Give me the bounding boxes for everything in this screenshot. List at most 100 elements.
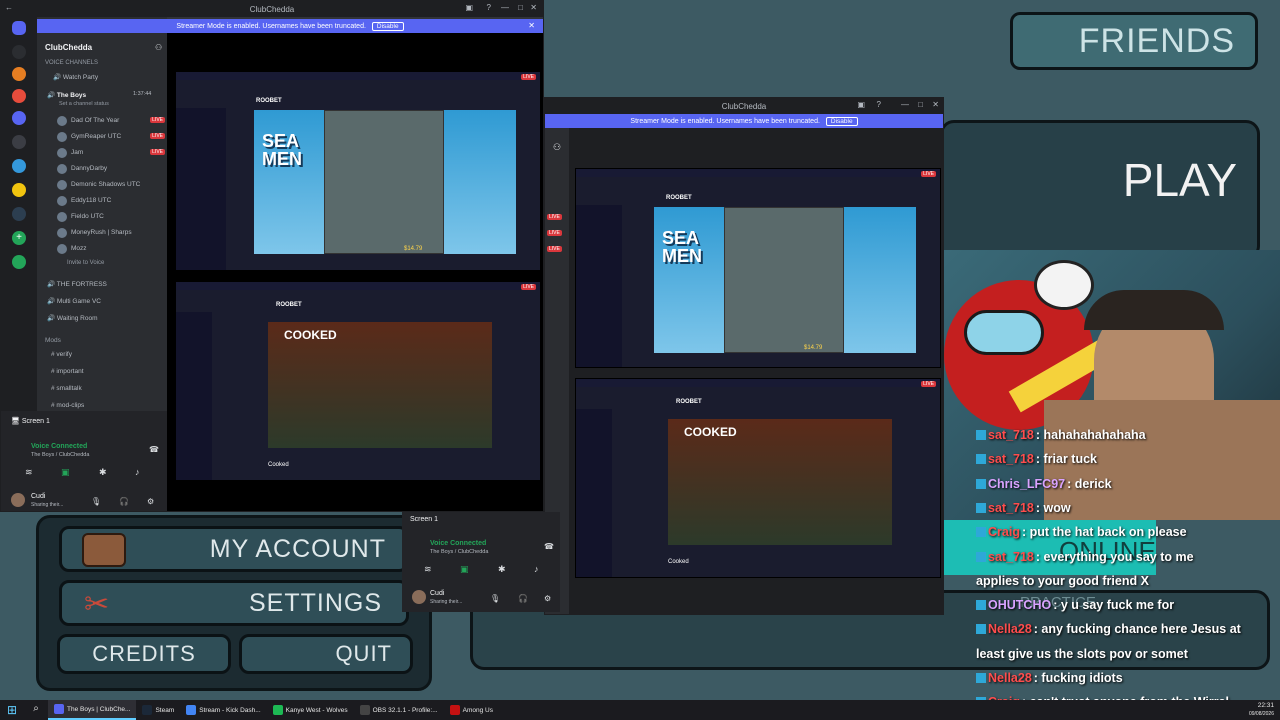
voice-connected-status[interactable]: Voice Connected [430,540,486,547]
taskbar-app[interactable]: OBS 32.1.1 - Profile:... [354,700,444,720]
voice-member[interactable]: Jam LIVE [57,147,165,161]
screen-share-icon[interactable]: ▣ [61,467,70,478]
disable-streamer-mode-button[interactable]: Disable [371,21,404,31]
soundboard-icon[interactable]: ♪ [135,467,140,477]
activities-icon[interactable]: ✱ [498,564,506,575]
voice-connected-status[interactable]: Voice Connected [31,443,87,450]
close-banner-icon[interactable]: ✕ [528,21,535,30]
close-icon[interactable]: ✕ [530,3,537,12]
voice-member[interactable]: GymReaper UTC LIVE [57,131,165,145]
settings-button[interactable]: ✂ SETTINGS [59,580,409,626]
voice-member[interactable]: Dad Of The Year LIVE [57,115,165,129]
channel-watch-party[interactable]: 🔊 Watch Party [53,73,98,81]
server-icon[interactable] [12,159,26,173]
channel-verify[interactable]: # verify [51,351,72,358]
user-avatar[interactable] [11,493,25,507]
screen-share-icon[interactable]: ▣ [460,564,469,575]
voice-channel-name[interactable]: The Boys / ClubChedda [31,452,89,458]
channel-smalltalk[interactable]: # smalltalk [51,385,82,392]
discord-home-icon[interactable] [12,21,26,35]
channel-mod-clips[interactable]: # mod-clips [51,402,84,409]
my-account-button[interactable]: MY ACCOUNT [59,526,409,572]
stream-tile-2[interactable]: ROOBET LIVE COOKED Cooked [175,281,541,481]
headset-icon[interactable]: 🎧 [119,497,129,506]
settings-gear-icon[interactable]: ⚙ [147,497,154,506]
taskbar-app[interactable]: The Boys | ClubChe... [48,700,137,720]
disable-streamer-mode-button[interactable]: Disable [825,116,858,126]
taskbar-app[interactable]: Stream - Kick Dash... [180,700,266,720]
help-icon[interactable]: ? [487,3,491,12]
system-clock[interactable]: 22:31 09/08/2026 [1249,702,1280,718]
chat-message: OHUTCHO: y u say fuck me for [976,598,1174,612]
slot-game-cooked[interactable]: COOKED [268,322,492,448]
user-avatar[interactable] [412,590,426,604]
taskbar-app[interactable]: Among Us [444,700,499,720]
credits-button[interactable]: CREDITS [57,634,231,674]
voice-member[interactable]: Eddy118 UTC [57,195,165,209]
mic-icon[interactable]: 🎙 [490,594,500,603]
stream-tile-2[interactable]: ROOBET LIVE COOKED Cooked [575,378,941,578]
explore-icon[interactable] [12,255,26,269]
add-server-icon[interactable]: + [12,231,26,245]
mic-icon[interactable]: 🎙 [91,497,101,506]
slot-game-sea-men[interactable]: SEA MEN $14.79 [654,207,916,353]
voice-member[interactable]: Demonic Shadows UTC [57,179,165,193]
quit-button[interactable]: QUIT [239,634,413,674]
server-icon[interactable] [12,111,26,125]
category-mods[interactable]: Mods [45,337,61,344]
close-icon[interactable]: ✕ [932,100,939,109]
channel-status[interactable]: Set a channel status [59,101,109,107]
invite-to-voice[interactable]: Invite to Voice [67,260,104,266]
activities-icon[interactable]: ✱ [99,467,107,478]
stream-tile-1[interactable]: ROOBET LIVE SEA MEN $14.79 [575,168,941,368]
back-arrow-icon[interactable]: ← [5,3,13,12]
play-panel[interactable]: PLAY [940,120,1260,260]
voice-channel-name[interactable]: The Boys / ClubChedda [430,549,488,555]
server-icon[interactable] [12,89,26,103]
headset-icon[interactable]: 🎧 [518,594,528,603]
maximize-icon[interactable]: □ [518,3,523,12]
friends-button[interactable]: FRIENDS [1010,12,1258,70]
voice-member[interactable]: Mozz [57,243,165,257]
screen-label[interactable]: Screen 1 [410,516,438,523]
server-icon[interactable] [12,207,26,221]
channel-waiting-room[interactable]: 🔊 Waiting Room [47,314,97,322]
noise-suppression-icon[interactable]: ≋ [424,564,432,575]
slot-game-cooked[interactable]: COOKED [668,419,892,545]
taskbar-app[interactable]: Kanye West - Wolves [267,700,354,720]
taskbar-app[interactable]: Steam [136,700,180,720]
minimize-icon[interactable]: — [501,3,509,12]
server-icon[interactable] [12,135,26,149]
discord-icon[interactable]: ⚇ [553,142,561,153]
server-icon[interactable] [12,183,26,197]
start-icon[interactable]: ⊞ [5,703,19,717]
noise-suppression-icon[interactable]: ≋ [25,467,33,478]
minimize-icon[interactable]: — [901,100,909,109]
channel-multi-game[interactable]: 🔊 Multi Game VC [47,297,101,305]
voice-member[interactable]: Fieldo UTC [57,211,165,225]
channel-important[interactable]: # important [51,368,84,375]
add-member-icon[interactable]: ⚇ [155,43,162,52]
disconnect-icon[interactable]: ☎ [149,445,159,454]
server-icon[interactable] [12,67,26,81]
server-icon[interactable] [12,45,26,59]
voice-channels-header[interactable]: VOICE CHANNELS [45,60,98,66]
inbox-icon[interactable]: ▣ [465,3,473,12]
inbox-icon[interactable]: ▣ [857,100,865,109]
search-icon[interactable]: ⌕ [29,703,43,717]
settings-gear-icon[interactable]: ⚙ [544,594,551,603]
channel-the-fortress[interactable]: 🔊 THE FORTRESS [47,280,107,288]
stream-tile-1[interactable]: ROOBET LIVE SEA MEN $14.79 [175,71,541,271]
help-icon[interactable]: ? [877,100,881,109]
soundboard-icon[interactable]: ♪ [534,564,539,574]
server-name[interactable]: ClubChedda [45,43,92,52]
disconnect-icon[interactable]: ☎ [544,542,554,551]
screen-share-label[interactable]: 🖥 Screen 1 [11,417,50,425]
discord-main-window[interactable]: ← ClubChedda ▣ ? — □ ✕ + ClubChedda ⚇ VO… [0,0,544,512]
voice-member[interactable]: DannyDarby [57,163,165,177]
slot-game-sea-men[interactable]: SEA MEN $14.79 [254,110,516,254]
voice-member[interactable]: MoneyRush | Sharps [57,227,165,241]
maximize-icon[interactable]: □ [918,100,923,109]
channel-the-boys[interactable]: 🔊 The Boys [47,91,86,99]
discord-popout-window[interactable]: ClubChedda ▣ ? — □ ✕ Streamer Mode is en… [544,97,944,615]
